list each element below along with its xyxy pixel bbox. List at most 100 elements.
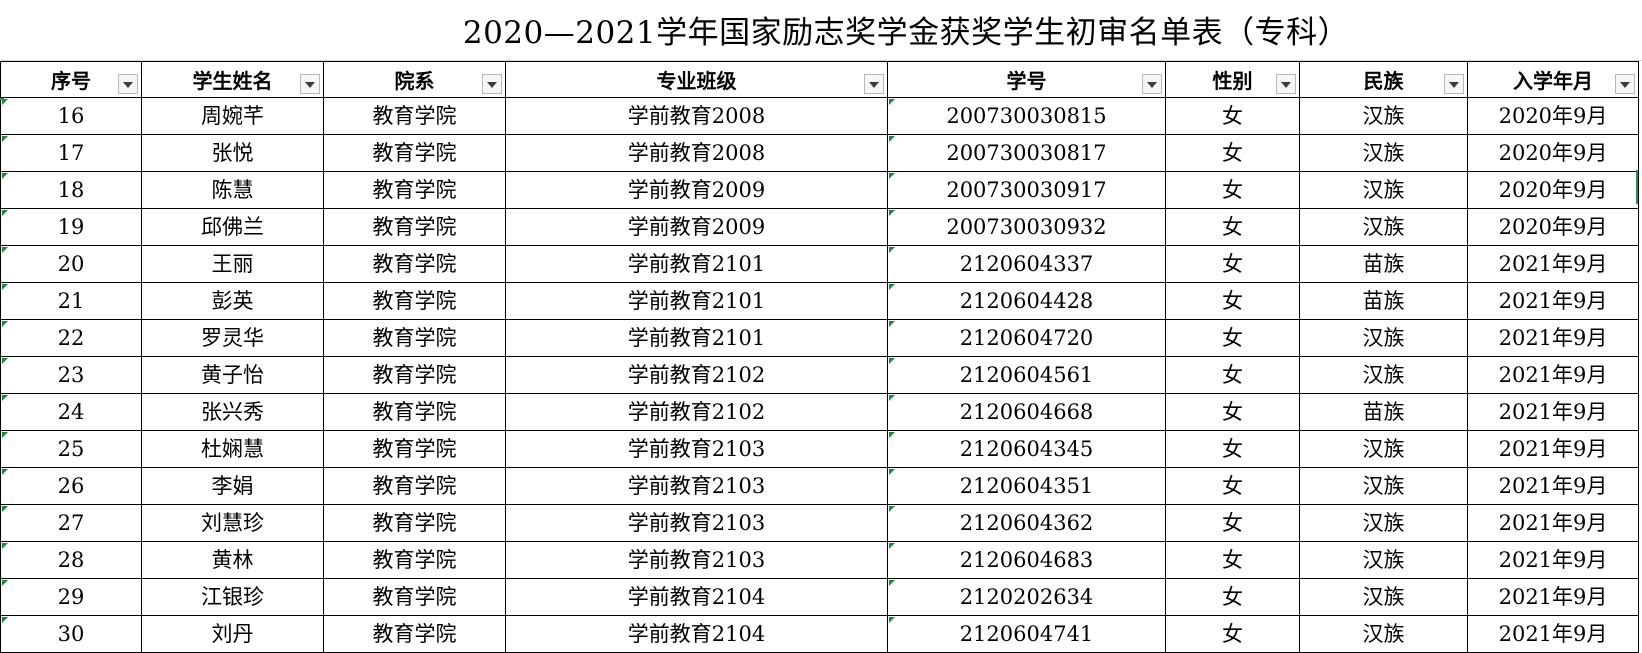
- table-cell[interactable]: 女: [1165, 467, 1300, 505]
- table-cell[interactable]: 学前教育2008: [505, 97, 888, 135]
- table-cell[interactable]: 2021年9月: [1467, 578, 1639, 616]
- table-cell[interactable]: 教育学院: [323, 245, 506, 283]
- table-cell[interactable]: 2120604741: [887, 615, 1166, 653]
- table-cell[interactable]: 2021年9月: [1467, 393, 1639, 431]
- table-cell[interactable]: 周婉芊: [141, 97, 324, 135]
- table-cell[interactable]: 23: [0, 356, 142, 394]
- table-cell[interactable]: 学前教育2101: [505, 282, 888, 320]
- table-cell[interactable]: 苗族: [1299, 393, 1468, 431]
- table-cell[interactable]: 2021年9月: [1467, 356, 1639, 394]
- table-cell[interactable]: 2120604720: [887, 319, 1166, 357]
- table-cell[interactable]: 2120604345: [887, 430, 1166, 468]
- table-cell[interactable]: 学前教育2103: [505, 430, 888, 468]
- table-cell[interactable]: 黄子怡: [141, 356, 324, 394]
- table-cell[interactable]: 22: [0, 319, 142, 357]
- table-cell[interactable]: 教育学院: [323, 134, 506, 172]
- table-cell[interactable]: 汉族: [1299, 356, 1468, 394]
- column-header[interactable]: 院系: [323, 61, 506, 98]
- table-cell[interactable]: 杜娴慧: [141, 430, 324, 468]
- table-cell[interactable]: 200730030815: [887, 97, 1166, 135]
- table-cell[interactable]: 女: [1165, 356, 1300, 394]
- table-cell[interactable]: 30: [0, 615, 142, 653]
- table-cell[interactable]: 24: [0, 393, 142, 431]
- table-cell[interactable]: 刘丹: [141, 615, 324, 653]
- table-cell[interactable]: 学前教育2103: [505, 541, 888, 579]
- table-cell[interactable]: 汉族: [1299, 615, 1468, 653]
- table-cell[interactable]: 200730030917: [887, 171, 1166, 209]
- table-cell[interactable]: 学前教育2101: [505, 245, 888, 283]
- table-cell[interactable]: 教育学院: [323, 356, 506, 394]
- table-cell[interactable]: 2120202634: [887, 578, 1166, 616]
- dropdown-filter-icon[interactable]: [864, 74, 884, 94]
- table-cell[interactable]: 学前教育2009: [505, 171, 888, 209]
- table-cell[interactable]: 18: [0, 171, 142, 209]
- table-cell[interactable]: 17: [0, 134, 142, 172]
- table-cell[interactable]: 女: [1165, 319, 1300, 357]
- column-header[interactable]: 学号: [887, 61, 1166, 98]
- table-cell[interactable]: 教育学院: [323, 319, 506, 357]
- table-cell[interactable]: 2120604428: [887, 282, 1166, 320]
- table-cell[interactable]: 女: [1165, 578, 1300, 616]
- table-cell[interactable]: 女: [1165, 97, 1300, 135]
- dropdown-filter-icon[interactable]: [482, 74, 502, 94]
- table-cell[interactable]: 学前教育2103: [505, 467, 888, 505]
- table-cell[interactable]: 27: [0, 504, 142, 542]
- table-cell[interactable]: 2120604351: [887, 467, 1166, 505]
- dropdown-filter-icon[interactable]: [1142, 74, 1162, 94]
- dropdown-filter-icon[interactable]: [300, 74, 320, 94]
- table-cell[interactable]: 学前教育2008: [505, 134, 888, 172]
- table-cell[interactable]: 女: [1165, 282, 1300, 320]
- table-cell[interactable]: 女: [1165, 245, 1300, 283]
- table-cell[interactable]: 黄林: [141, 541, 324, 579]
- table-cell[interactable]: 2120604337: [887, 245, 1166, 283]
- table-cell[interactable]: 200730030932: [887, 208, 1166, 246]
- table-cell[interactable]: 罗灵华: [141, 319, 324, 357]
- table-cell[interactable]: 张悦: [141, 134, 324, 172]
- table-cell[interactable]: 张兴秀: [141, 393, 324, 431]
- column-header[interactable]: 专业班级: [505, 61, 888, 98]
- table-cell[interactable]: 2021年9月: [1467, 245, 1639, 283]
- table-cell[interactable]: 21: [0, 282, 142, 320]
- table-cell[interactable]: 学前教育2103: [505, 504, 888, 542]
- table-cell[interactable]: 学前教育2102: [505, 356, 888, 394]
- column-header[interactable]: 序号: [0, 61, 142, 98]
- table-cell[interactable]: 2021年9月: [1467, 430, 1639, 468]
- table-cell[interactable]: 29: [0, 578, 142, 616]
- table-cell[interactable]: 汉族: [1299, 467, 1468, 505]
- table-cell[interactable]: 女: [1165, 615, 1300, 653]
- table-cell[interactable]: 教育学院: [323, 393, 506, 431]
- table-cell[interactable]: 26: [0, 467, 142, 505]
- table-cell[interactable]: 女: [1165, 541, 1300, 579]
- table-cell[interactable]: 教育学院: [323, 615, 506, 653]
- table-cell[interactable]: 2020年9月: [1467, 97, 1639, 135]
- column-header[interactable]: 学生姓名: [141, 61, 324, 98]
- table-cell[interactable]: 苗族: [1299, 245, 1468, 283]
- table-cell[interactable]: 25: [0, 430, 142, 468]
- table-cell[interactable]: 学前教育2101: [505, 319, 888, 357]
- column-header[interactable]: 入学年月: [1467, 61, 1639, 98]
- dropdown-filter-icon[interactable]: [1276, 74, 1296, 94]
- table-cell[interactable]: 汉族: [1299, 504, 1468, 542]
- table-cell[interactable]: 200730030817: [887, 134, 1166, 172]
- table-cell[interactable]: 2021年9月: [1467, 504, 1639, 542]
- table-cell[interactable]: 汉族: [1299, 319, 1468, 357]
- table-cell[interactable]: 教育学院: [323, 578, 506, 616]
- table-cell[interactable]: 苗族: [1299, 282, 1468, 320]
- table-cell[interactable]: 2120604683: [887, 541, 1166, 579]
- table-cell[interactable]: 学前教育2102: [505, 393, 888, 431]
- table-cell[interactable]: 2120604362: [887, 504, 1166, 542]
- table-cell[interactable]: 李娟: [141, 467, 324, 505]
- table-cell[interactable]: 学前教育2104: [505, 615, 888, 653]
- table-cell[interactable]: 陈慧: [141, 171, 324, 209]
- table-cell[interactable]: 邱佛兰: [141, 208, 324, 246]
- table-cell[interactable]: 2021年9月: [1467, 615, 1639, 653]
- table-cell[interactable]: 2021年9月: [1467, 541, 1639, 579]
- table-cell[interactable]: 学前教育2104: [505, 578, 888, 616]
- table-cell[interactable]: 女: [1165, 430, 1300, 468]
- table-cell[interactable]: 教育学院: [323, 430, 506, 468]
- table-cell[interactable]: 汉族: [1299, 578, 1468, 616]
- table-cell[interactable]: 2020年9月: [1467, 171, 1639, 209]
- table-cell[interactable]: 彭英: [141, 282, 324, 320]
- table-cell[interactable]: 教育学院: [323, 541, 506, 579]
- sheet-title[interactable]: 2020—2021学年国家励志奖学金获奖学生初审名单表（专科）: [0, 0, 1642, 61]
